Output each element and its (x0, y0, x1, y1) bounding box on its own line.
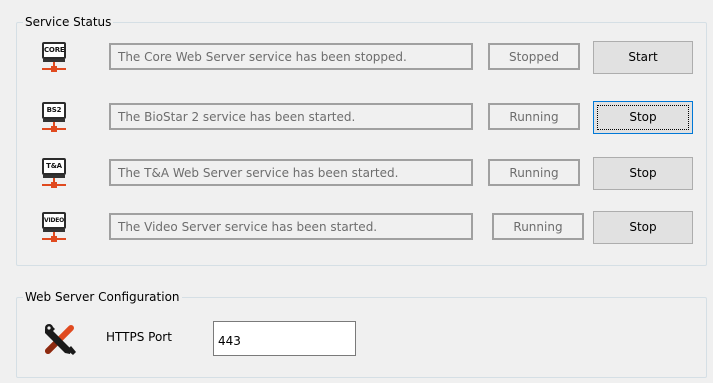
service-message: The Core Web Server service has been sto… (109, 43, 473, 70)
service-status-value: Stopped (488, 43, 580, 70)
https-port-label: HTTPS Port (106, 330, 172, 344)
service-row-ta: T&A The T&A Web Server service has been … (17, 157, 706, 191)
ta-server-icon: T&A (39, 157, 69, 191)
video-server-icon: VIDEO (39, 211, 69, 245)
service-status-title: Service Status (23, 15, 114, 29)
web-server-config-group: Web Server Configuration HTTPS Port (16, 290, 707, 378)
service-row-biostar2: BS2 The BioStar 2 service has been start… (17, 101, 706, 135)
core-server-icon: CORE (39, 41, 69, 75)
service-status-value: Running (492, 213, 584, 240)
stop-button[interactable]: Stop (593, 157, 693, 190)
start-button[interactable]: Start (593, 41, 693, 74)
service-status-value: Running (488, 103, 580, 130)
service-message: The BioStar 2 service has been started. (109, 103, 473, 130)
service-message: The T&A Web Server service has been star… (109, 159, 473, 186)
stop-button[interactable]: Stop (593, 211, 693, 244)
tools-icon (41, 320, 79, 358)
service-status-value: Running (488, 159, 580, 186)
service-status-group: Service Status CORE The Core Web Server … (16, 15, 707, 266)
stop-button[interactable]: Stop (593, 101, 693, 134)
service-message: The Video Server service has been starte… (109, 213, 473, 240)
https-port-input[interactable] (213, 321, 356, 356)
web-config-title: Web Server Configuration (23, 290, 182, 304)
service-row-video: VIDEO The Video Server service has been … (17, 211, 706, 245)
biostar2-server-icon: BS2 (39, 101, 69, 135)
service-row-core: CORE The Core Web Server service has bee… (17, 41, 706, 75)
